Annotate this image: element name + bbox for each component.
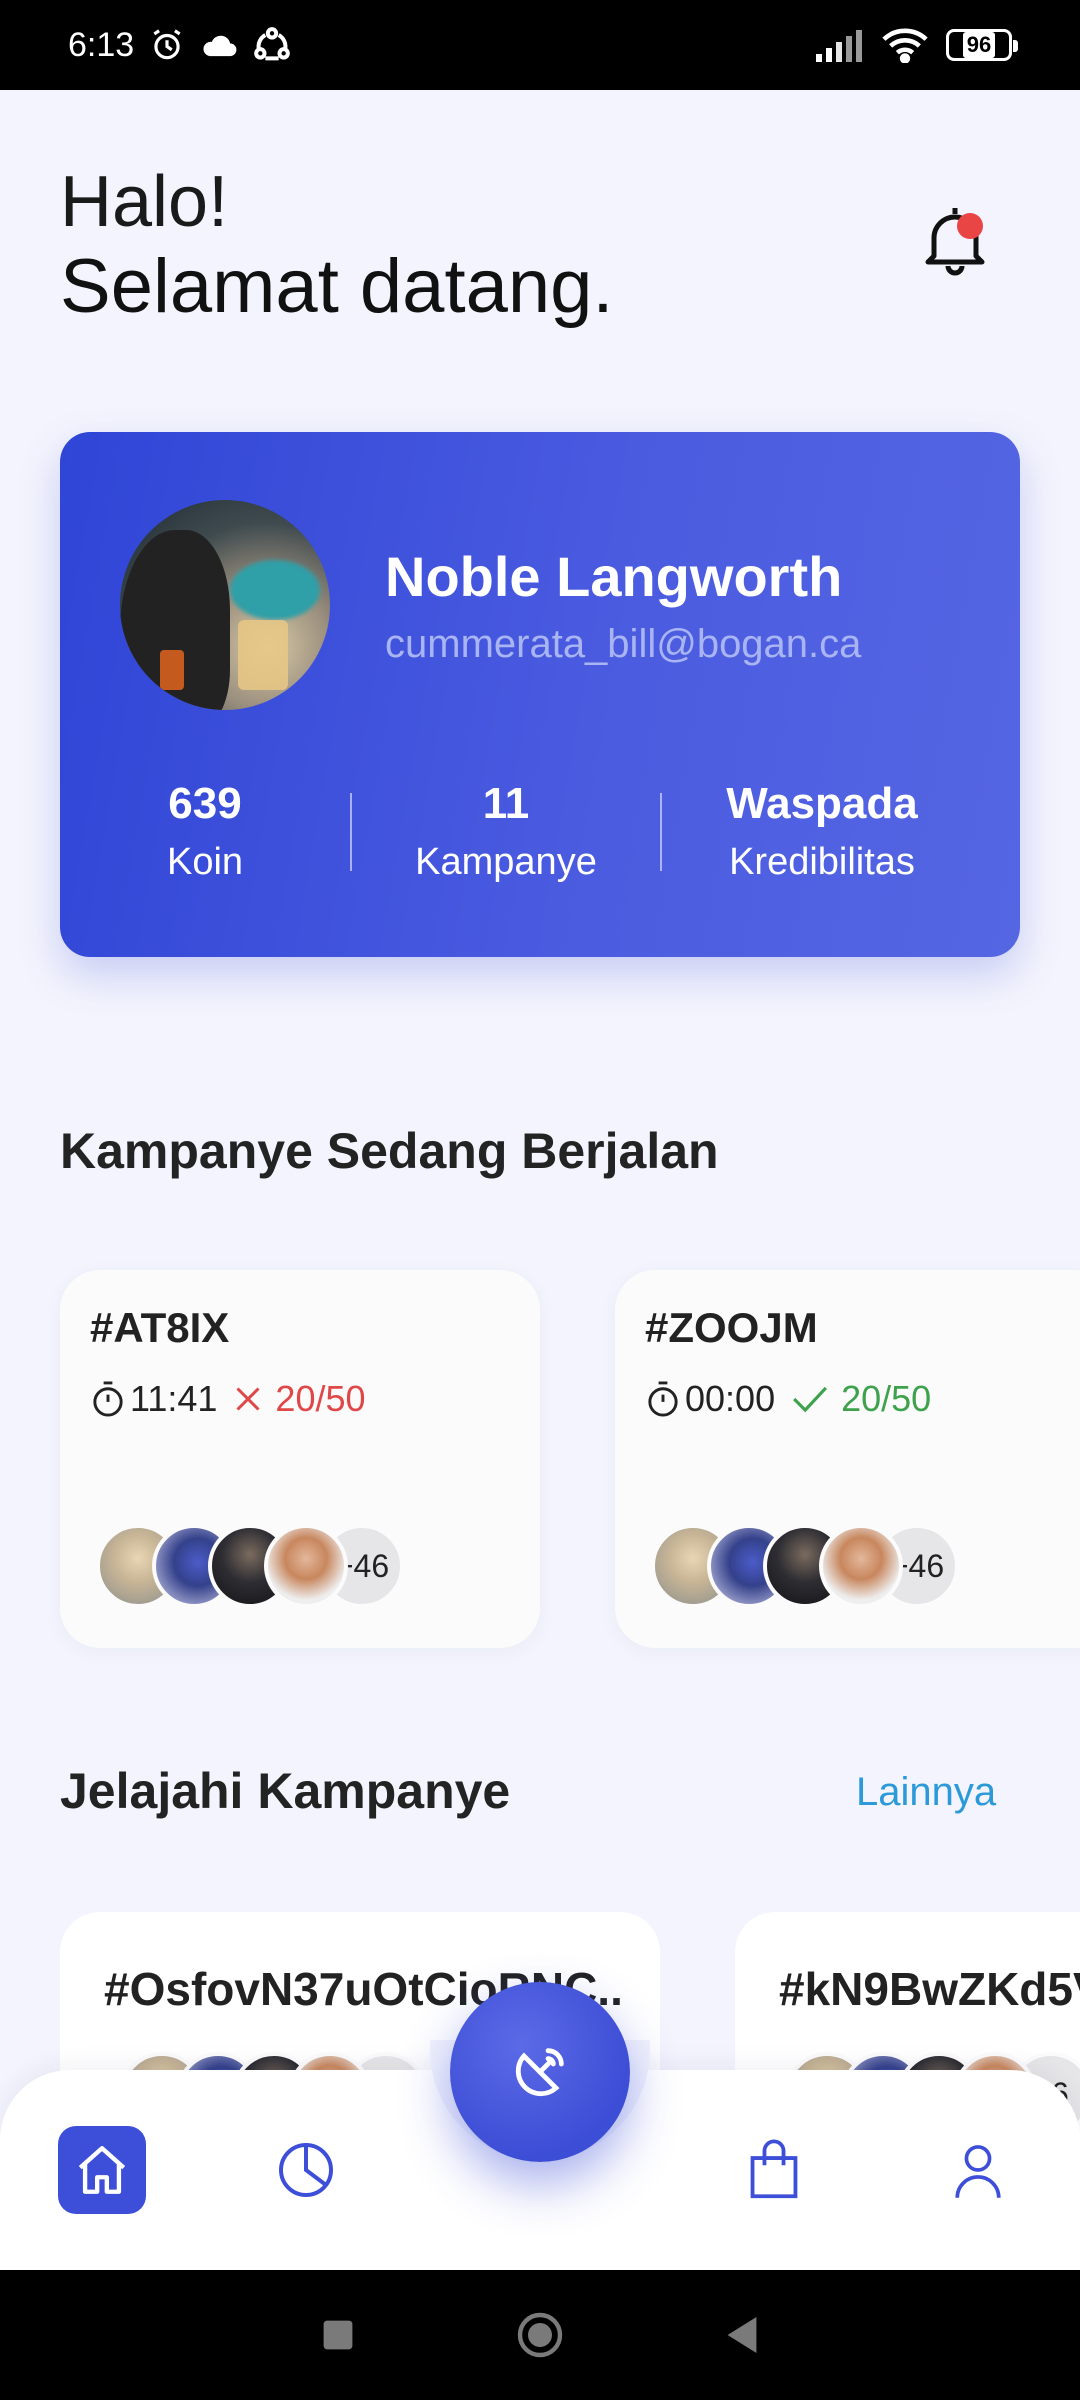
pie-chart-icon	[279, 2143, 333, 2197]
bag-icon	[750, 2139, 798, 2199]
sync-icon	[254, 27, 291, 61]
cloud-icon	[203, 35, 237, 57]
nav-shop[interactable]	[730, 2126, 818, 2214]
more-link[interactable]: Lainnya	[856, 1770, 996, 1815]
stat-value: 639	[168, 779, 242, 828]
campaign-timer: 11:41	[90, 1378, 217, 1420]
notification-button[interactable]	[920, 200, 990, 280]
home-icon	[78, 2146, 126, 2194]
system-nav	[0, 2270, 1080, 2400]
battery-icon: 96	[946, 29, 1018, 61]
stat-coins: 639 Koin	[60, 774, 350, 890]
participant-avatars: +46	[96, 1524, 404, 1608]
ongoing-title: Kampanye Sedang Berjalan	[60, 1123, 719, 1179]
nav-home[interactable]	[58, 2126, 146, 2214]
alarm-icon	[153, 29, 181, 60]
status-time: 6:13	[68, 25, 135, 64]
timer-icon	[648, 1381, 678, 1417]
campaign-meta: 00:00 20/50	[645, 1378, 931, 1420]
campaign-card[interactable]: #ZOOJM 00:00 20/50 +46	[615, 1270, 1080, 1648]
campaign-meta: 11:41 20/50	[90, 1378, 366, 1420]
campaign-quota-value: 20/50	[275, 1378, 366, 1419]
campaign-card[interactable]: #AT8IX 11:41 20/50 +46	[60, 1270, 540, 1648]
stat-value: 11	[482, 779, 530, 828]
campaign-quota: 20/50	[233, 1378, 366, 1420]
greeting-welcome: Selamat datang.	[60, 244, 614, 329]
back-icon[interactable]	[724, 2315, 760, 2355]
stat-value: Waspada	[726, 779, 918, 828]
nav-stats[interactable]	[262, 2126, 350, 2214]
scan-button[interactable]	[450, 1982, 630, 2162]
status-right: 96	[816, 27, 1018, 63]
stat-label: Koin	[166, 841, 244, 883]
battery-level: 96	[962, 32, 996, 58]
participant-avatar	[819, 1524, 903, 1608]
greeting: Halo! Selamat datang.	[60, 160, 614, 330]
explore-title: Jelajahi Kampanye	[60, 1763, 511, 1819]
profile-stats: 639 Koin 11 Kampanye Waspada Kredibilita…	[60, 772, 1020, 892]
timer-icon	[93, 1381, 123, 1417]
avatar	[120, 500, 330, 710]
user-icon	[955, 2145, 1001, 2198]
campaign-time: 11:41	[130, 1378, 218, 1419]
profile-email: cummerata_bill@bogan.ca	[385, 622, 862, 666]
stat-credibility: Waspada Kredibilitas	[662, 774, 982, 890]
wifi-icon	[882, 28, 928, 63]
nav-profile[interactable]	[934, 2126, 1022, 2214]
campaign-code: #AT8IX	[90, 1304, 230, 1351]
participant-avatar	[264, 1524, 348, 1608]
radar-icon	[515, 2048, 564, 2097]
participant-avatars: +46	[651, 1524, 959, 1608]
campaign-code: #ZOOJM	[645, 1304, 818, 1351]
x-icon	[236, 1387, 260, 1411]
stat-campaigns: 11 Kampanye	[352, 774, 660, 890]
stat-label: Kampanye	[415, 841, 597, 883]
home-system-icon[interactable]	[516, 2311, 564, 2359]
profile-card[interactable]: Noble Langworth cummerata_bill@bogan.ca …	[60, 432, 1020, 957]
greeting-hello: Halo!	[60, 162, 229, 242]
stat-label: Kredibilitas	[729, 841, 915, 883]
campaign-time: 00:00	[685, 1378, 776, 1419]
campaign-quota: 20/50	[791, 1378, 931, 1420]
status-left: 6:13	[68, 25, 292, 65]
campaign-quota-value: 20/50	[841, 1378, 932, 1419]
bell-icon	[925, 208, 985, 276]
status-bar: 6:13 96	[0, 0, 1080, 90]
signal-icon	[816, 30, 862, 62]
campaign-timer: 00:00	[645, 1378, 775, 1420]
explore-code: #kN9BwZKd5V	[779, 1963, 1080, 2015]
recents-icon[interactable]	[320, 2317, 356, 2353]
check-icon	[793, 1386, 828, 1413]
profile-name: Noble Langworth	[385, 545, 843, 608]
